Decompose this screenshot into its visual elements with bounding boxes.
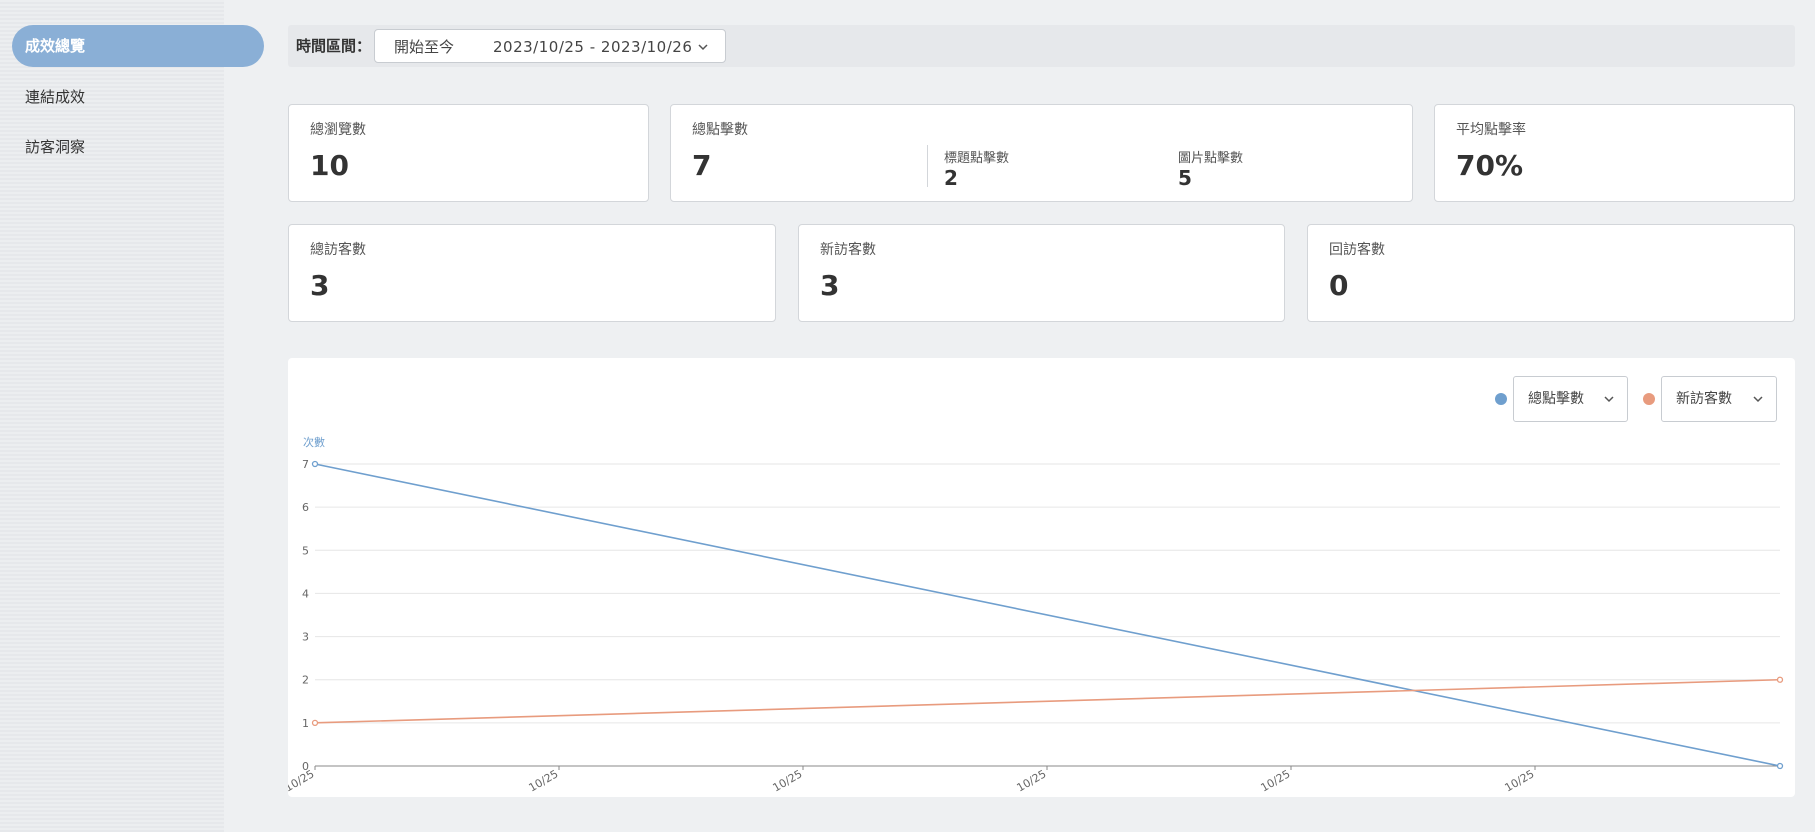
sidebar-item-link-performance[interactable]: 連結成效 bbox=[12, 76, 264, 118]
y-tick-label: 4 bbox=[302, 587, 309, 600]
series-line bbox=[314, 678, 1781, 724]
date-range-select[interactable]: 開始至今 2023/10/25 - 2023/10/26 bbox=[374, 29, 726, 63]
stat-value: 0 bbox=[1329, 269, 1349, 302]
chevron-down-icon bbox=[1753, 396, 1763, 403]
date-range-value: 2023/10/25 - 2023/10/26 bbox=[493, 38, 693, 56]
trend-line-chart: 01234567次數10/25 10/25 10/25 10/25 10/25 10/25 bbox=[288, 435, 1784, 794]
stat-value: 7 bbox=[692, 149, 712, 182]
stat-label: 總瀏覽數 bbox=[310, 122, 366, 138]
x-tick-label: 10/25 bbox=[1015, 767, 1049, 794]
y-tick-label: 6 bbox=[302, 501, 309, 514]
metric-b-label: 新訪客數 bbox=[1676, 391, 1732, 407]
stat-label: 回訪客數 bbox=[1329, 242, 1385, 258]
y-axis-label: 次數 bbox=[303, 435, 325, 449]
title-clicks-value: 2 bbox=[944, 166, 958, 190]
legend-dot-metric-a bbox=[1495, 393, 1507, 405]
x-tick-label: 10/25 bbox=[771, 767, 805, 794]
x-tick-label: 10/25 bbox=[1259, 767, 1293, 794]
sidebar: 成效總覽 連結成效 訪客洞察 bbox=[0, 0, 264, 832]
stat-card-total-clicks: 總點擊數 7 標題點擊數 2 圖片點擊數 5 bbox=[670, 104, 1413, 202]
x-tick-label: 10/25 bbox=[1503, 767, 1537, 794]
data-point bbox=[1776, 676, 1784, 683]
x-tick-label: 10/25 bbox=[527, 767, 561, 794]
series-line bbox=[314, 463, 1781, 767]
y-tick-label: 3 bbox=[302, 631, 309, 644]
image-clicks-value: 5 bbox=[1178, 166, 1192, 190]
y-tick-label: 1 bbox=[302, 717, 309, 730]
sidebar-item-overview[interactable]: 成效總覽 bbox=[12, 25, 264, 67]
chevron-down-icon bbox=[698, 44, 708, 51]
metric-a-label: 總點擊數 bbox=[1528, 391, 1584, 407]
time-range-label: 時間區間： bbox=[296, 37, 372, 55]
stat-value: 3 bbox=[820, 269, 840, 302]
stat-label: 總訪客數 bbox=[310, 242, 366, 258]
stat-value: 70% bbox=[1456, 149, 1524, 182]
x-tick-label: 10/25 bbox=[288, 767, 317, 794]
sidebar-item-visitor-insights[interactable]: 訪客洞察 bbox=[12, 126, 264, 168]
stat-card-total-visitors: 總訪客數 3 bbox=[288, 224, 776, 322]
stat-value: 10 bbox=[310, 149, 349, 182]
metric-b-select[interactable]: 新訪客數 bbox=[1661, 376, 1777, 422]
data-point bbox=[311, 460, 319, 468]
stat-card-avg-ctr: 平均點擊率 70% bbox=[1434, 104, 1795, 202]
trend-chart-card: 0 1 2 3 4 5 6 7 次數 10/25 10/25 10/25 10/25 10/25 10/25… bbox=[288, 358, 1795, 797]
data-point bbox=[1776, 762, 1784, 770]
chevron-down-icon bbox=[1604, 396, 1614, 403]
stat-label: 平均點擊率 bbox=[1456, 122, 1526, 138]
stat-value: 3 bbox=[310, 269, 330, 302]
stat-card-total-views: 總瀏覽數 10 bbox=[288, 104, 649, 202]
legend-dot-metric-b bbox=[1643, 393, 1655, 405]
stat-label: 總點擊數 bbox=[692, 122, 748, 138]
y-tick-label: 2 bbox=[302, 674, 309, 687]
date-preset: 開始至今 bbox=[394, 38, 455, 56]
metric-a-select[interactable]: 總點擊數 bbox=[1513, 376, 1628, 422]
time-filter-bar: 時間區間： 開始至今 2023/10/25 - 2023/10/26 bbox=[288, 25, 1795, 67]
y-tick-label: 5 bbox=[302, 544, 309, 557]
stat-card-new-visitors: 新訪客數 3 bbox=[798, 224, 1285, 322]
divider bbox=[927, 145, 928, 187]
y-tick-label: 7 bbox=[302, 458, 309, 471]
main-content: 時間區間： 開始至今 2023/10/25 - 2023/10/26 總瀏覽數 … bbox=[288, 0, 1815, 832]
data-point bbox=[311, 719, 319, 727]
stat-card-returning-visitors: 回訪客數 0 bbox=[1307, 224, 1795, 322]
image-clicks-label: 圖片點擊數 bbox=[1178, 151, 1244, 166]
stat-label: 新訪客數 bbox=[820, 242, 876, 258]
title-clicks-label: 標題點擊數 bbox=[944, 151, 1010, 166]
